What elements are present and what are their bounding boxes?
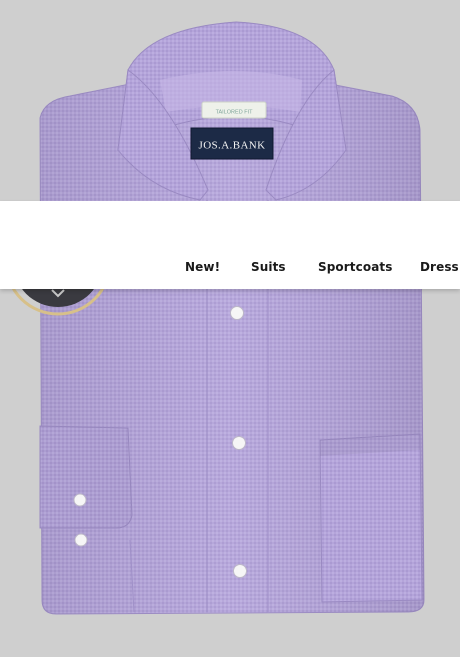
product-image: TAILORED FIT JOS.A.BANK — [4, 21, 425, 615]
nav-item-dress-shirts[interactable]: Dress Shirts — [420, 260, 460, 274]
svg-text:JOS.A.BANK: JOS.A.BANK — [199, 140, 266, 152]
top-nav-bar: New! Suits Sportcoats Dress Shirts — [0, 201, 460, 289]
nav-item-suits[interactable]: Suits — [251, 260, 286, 274]
nav-item-sportcoats[interactable]: Sportcoats — [318, 260, 392, 274]
svg-text:TAILORED FIT: TAILORED FIT — [216, 110, 254, 116]
chest-pocket — [319, 433, 423, 603]
nav-item-new[interactable]: New! — [185, 260, 220, 274]
